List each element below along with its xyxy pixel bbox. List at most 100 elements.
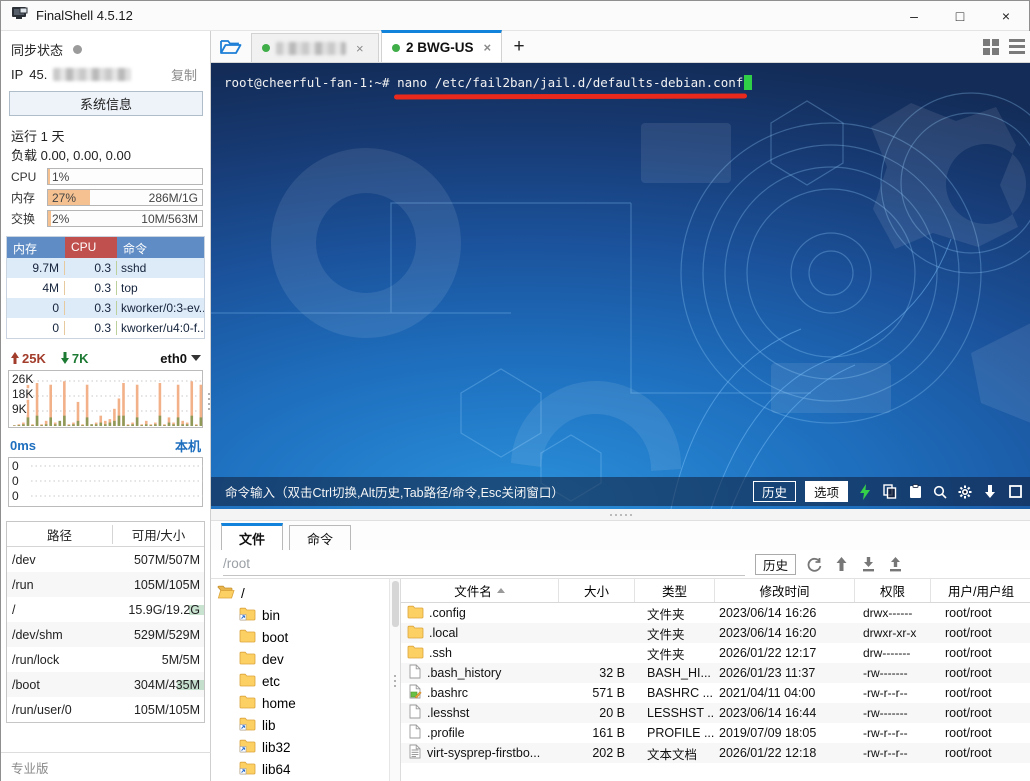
file-row--config[interactable]: .config 文件夹 2023/06/14 16:26 drwx------ root… [401, 603, 1030, 623]
refresh-icon[interactable] [806, 556, 822, 572]
directory-tree: / bin boot dev etc home lib lib32 lib64 [211, 579, 389, 781]
process-table: 内存 CPU 命令 9.7M 0.3 sshd 4M 0.3 top 0 0.3 kworker/0… [6, 236, 205, 339]
horizontal-splitter-handle[interactable] [211, 509, 1030, 521]
file-icon [407, 664, 422, 682]
process-col-2[interactable]: CPU [65, 237, 117, 258]
process-row[interactable]: 4M 0.3 top [7, 278, 204, 298]
terminal-line: root@cheerful-fan-1:~# nano /etc/fail2ba… [211, 63, 1030, 99]
paste-icon[interactable] [907, 484, 923, 500]
process-row[interactable]: 0 0.3 kworker/0:3-ev... [7, 298, 204, 318]
disk-col-path: 路径 [7, 524, 113, 544]
new-tab-button[interactable]: + [504, 32, 534, 62]
file-row--bash-history[interactable]: .bash_history 32 B BASH_HI... 2026/01/23 11… [401, 663, 1030, 683]
tab-status-dot [392, 43, 400, 52]
resource-meters: CPU 1% 内存 27% 286M/1G 交换 2% 10M/563M [6, 168, 205, 227]
download-icon[interactable] [982, 484, 998, 500]
layout-grid-icon[interactable] [983, 38, 999, 55]
net-ytick: 9K [12, 402, 27, 416]
disk-row[interactable]: /15.9G/19.2G [7, 597, 204, 622]
file-col-6[interactable]: 用户/用户组 [931, 579, 1030, 602]
download-file-icon[interactable] [860, 556, 876, 572]
tree-item-dev[interactable]: dev [215, 648, 389, 670]
tab-list-icon[interactable] [1009, 39, 1025, 54]
interface-selector[interactable]: eth0 [160, 351, 201, 366]
disk-row[interactable]: /boot 304M/435M [7, 672, 204, 697]
history-button[interactable]: 历史 [752, 481, 796, 502]
options-button[interactable]: 选项 [804, 481, 848, 502]
open-connections-button[interactable] [211, 31, 251, 62]
disk-table: 路径 可用/大小 /dev 507M/507M/run 105M/105M/15.9… [6, 521, 205, 723]
file-row--profile[interactable]: .profile 161 B PROFILE ... 2019/07/09 18:05… [401, 723, 1030, 743]
tab-label: 2 BWG-US [406, 40, 474, 55]
search-icon[interactable] [932, 484, 948, 500]
load-label: 负载 0.00, 0.00, 0.00 [11, 148, 131, 163]
folder-icon [239, 695, 256, 712]
process-col-3[interactable]: 命令 [117, 237, 204, 258]
file-col-2[interactable]: 大小 [559, 579, 635, 602]
path-input[interactable]: /root [223, 552, 745, 576]
meter-交换: 交换 2% 10M/563M [6, 210, 205, 227]
file-col-3[interactable]: 类型 [635, 579, 715, 602]
process-col-1[interactable]: 内存 [7, 237, 65, 258]
ip-redacted [53, 67, 132, 81]
file-row--lesshst[interactable]: .lesshst 20 B LESSHST ... 2023/06/14 16:44-… [401, 703, 1030, 723]
tree-item-root[interactable]: / [215, 582, 389, 604]
parent-directory-icon[interactable] [833, 556, 849, 572]
disk-row[interactable]: /run/user/0 105M/105M [7, 697, 204, 722]
folder-link-icon [239, 761, 256, 778]
tree-scrollbar[interactable] [389, 579, 400, 781]
tab-session-1-redacted[interactable]: × [251, 33, 379, 62]
minimize-button[interactable]: – [891, 1, 937, 31]
file-row-virt-sysprep-firstbo---[interactable]: virt-sysprep-firstbo... 202 B 文本文档 2026/01/… [401, 743, 1030, 763]
disk-row[interactable]: /dev 507M/507M [7, 547, 204, 572]
tree-item-lib[interactable]: lib [215, 714, 389, 736]
vertical-splitter-handle[interactable] [389, 675, 400, 687]
disk-row[interactable]: /run/lock 5M/5M [7, 647, 204, 672]
edition-badge: 专业版 [1, 752, 211, 781]
file-col-5[interactable]: 权限 [855, 579, 931, 602]
chevron-down-icon [191, 355, 201, 361]
folder-icon [239, 651, 256, 668]
folder-icon [407, 645, 424, 662]
tree-scrollbar-thumb[interactable] [392, 581, 399, 627]
disk-row[interactable]: /dev/shm 529M/529M [7, 622, 204, 647]
tree-item-bin[interactable]: bin [215, 604, 389, 626]
file-col-4[interactable]: 修改时间 [715, 579, 855, 602]
ping-ytick: 0 [12, 474, 19, 488]
upload-file-icon[interactable] [887, 556, 903, 572]
app-icon [11, 6, 28, 26]
copy-ip-button[interactable]: 复制 [171, 65, 197, 84]
main-area: × 2 BWG-US × + root@cheerful-fan-1:~# na… [211, 30, 1030, 781]
tab-commands[interactable]: 命令 [289, 525, 351, 550]
system-info-button[interactable]: 系统信息 [9, 91, 203, 116]
tree-item-etc[interactable]: etc [215, 670, 389, 692]
terminal[interactable]: root@cheerful-fan-1:~# nano /etc/fail2ba… [211, 63, 1030, 509]
tab-session-2-bwg-us[interactable]: 2 BWG-US × [381, 30, 503, 62]
folder-icon [239, 629, 256, 646]
close-button[interactable]: × [983, 1, 1029, 31]
power-lightning-icon[interactable] [857, 483, 873, 500]
maximize-button[interactable]: □ [937, 1, 983, 31]
disk-row[interactable]: /run 105M/105M [7, 572, 204, 597]
file-row--bashrc[interactable]: .bashrc 571 B BASHRC ... 2021/04/11 04:00 -r… [401, 683, 1030, 703]
tab-close-icon[interactable]: × [484, 40, 492, 55]
app-window: FinalShell 4.5.12 – □ × 同步状态 IP 45. 复制 系… [0, 0, 1030, 781]
file-row--ssh[interactable]: .ssh 文件夹 2026/01/22 12:17 drw------- root/ro… [401, 643, 1030, 663]
file-row--local[interactable]: .local 文件夹 2023/06/14 16:20 drwxr-xr-x root/… [401, 623, 1030, 643]
file-col-1[interactable]: 文件名 [401, 579, 559, 602]
upload-rate: 25K [10, 351, 46, 366]
process-row[interactable]: 9.7M 0.3 sshd [7, 258, 204, 278]
fullscreen-icon[interactable] [1007, 484, 1023, 500]
process-row[interactable]: 0 0.3 kworker/u4:0-f... [7, 318, 204, 338]
tree-item-boot[interactable]: boot [215, 626, 389, 648]
sync-status-label: 同步状态 [11, 42, 64, 58]
textdoc-icon [407, 744, 422, 762]
tree-item-home[interactable]: home [215, 692, 389, 714]
copy-icon[interactable] [882, 484, 898, 500]
gear-icon[interactable] [957, 484, 973, 500]
path-history-button[interactable]: 历史 [754, 553, 796, 575]
tab-close-icon[interactable]: × [356, 41, 364, 56]
tab-files[interactable]: 文件 [221, 523, 283, 550]
tree-item-lib32[interactable]: lib32 [215, 736, 389, 758]
tree-item-lib64[interactable]: lib64 [215, 758, 389, 780]
